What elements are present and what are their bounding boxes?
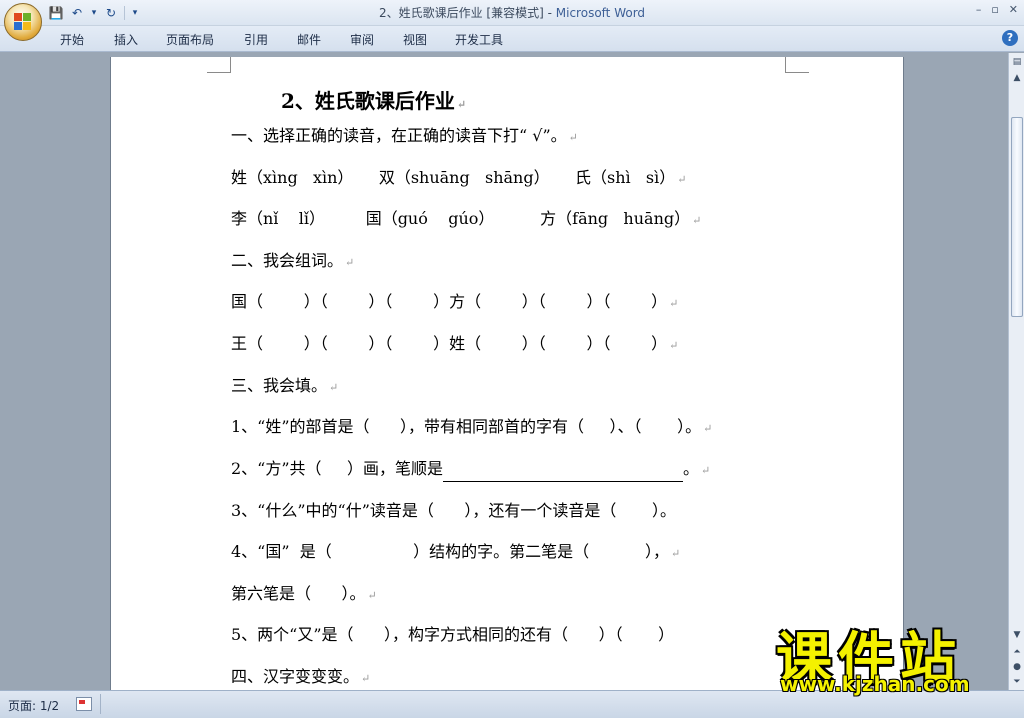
window-controls: – ▫ ✕ xyxy=(976,3,1018,16)
blank-underline xyxy=(442,466,683,482)
ruler-toggle-icon[interactable]: ▤ xyxy=(1010,55,1024,69)
previous-page-icon[interactable]: ⏶ xyxy=(1010,645,1024,659)
document-area: 2、姓氏歌课后作业 ↵ 一、选择正确的读音，在正确的读音下打“ √”。 ↵ 姓（xì… xyxy=(0,53,1008,690)
scroll-down-icon[interactable]: ▼ xyxy=(1010,628,1024,642)
tab-home[interactable]: 开始 xyxy=(60,31,84,48)
watermark: 课件站 www.kjzhan.com xyxy=(776,614,1006,696)
office-logo-icon xyxy=(14,13,32,31)
tab-developer[interactable]: 开发工具 xyxy=(455,31,503,48)
undo-icon[interactable]: ↶ xyxy=(69,5,85,21)
doc-line-6: 王（ ）（ ）（ ）姓（ ）（ ）（ ） ↵ xyxy=(231,334,679,353)
doc-line-11: 4、“国” 是（ ）结构的字。第二笔是（ ）， ↵ xyxy=(231,542,681,561)
doc-line-2: 姓（xìng xìn） 双（shuāng shāng） 氏（shì sì） ↵ xyxy=(231,168,687,187)
undo-dropdown-icon[interactable]: ▾ xyxy=(90,5,98,21)
close-button[interactable]: ✕ xyxy=(1009,3,1018,16)
doc-line-9: 2、“方”共（ ）画，笔顺是。 ↵ xyxy=(231,458,710,482)
ribbon-tabs: 开始 插入 页面布局 引用 邮件 审阅 视图 开发工具 ? xyxy=(0,26,1024,52)
qat-separator xyxy=(124,6,125,20)
app-name: Microsoft Word xyxy=(555,6,646,20)
tab-page-layout[interactable]: 页面布局 xyxy=(166,31,214,48)
window-title: 2、姓氏歌课后作业 [兼容模式] - Microsoft Word xyxy=(378,6,646,20)
document-page[interactable]: 2、姓氏歌课后作业 ↵ 一、选择正确的读音，在正确的读音下打“ √”。 ↵ 姓（xì… xyxy=(110,57,904,690)
help-icon[interactable]: ? xyxy=(1002,30,1018,46)
doc-line-3: 李（nǐ lǐ） 国（guó gúo） 方（fāng huāng） ↵ xyxy=(231,209,702,228)
office-button[interactable] xyxy=(4,3,42,41)
page-count[interactable]: 页面: 1/2 xyxy=(8,697,59,714)
doc-line-13: 5、两个“又”是（ ），构字方式相同的还有（ ）（ ） xyxy=(231,625,675,644)
watermark-url: www.kjzhan.com xyxy=(780,672,970,696)
doc-line-10: 3、“什么”中的“什”读音是（ ），还有一个读音是（ ）。 xyxy=(231,501,677,520)
tab-insert[interactable]: 插入 xyxy=(114,31,138,48)
tab-view[interactable]: 视图 xyxy=(403,31,427,48)
doc-line-5: 国（ ）（ ）（ ）方（ ）（ ）（ ） ↵ xyxy=(231,292,679,311)
proofing-status-icon[interactable] xyxy=(76,697,92,711)
doc-line-1: 一、选择正确的读音，在正确的读音下打“ √”。 ↵ xyxy=(231,126,578,145)
select-browse-object-icon[interactable]: ● xyxy=(1010,660,1024,674)
margin-marker-top-left xyxy=(207,57,231,73)
doc-line-4: 二、我会组词。 ↵ xyxy=(231,251,355,270)
scroll-up-icon[interactable]: ▲ xyxy=(1010,71,1024,85)
doc-line-12: 第六笔是（ ）。 ↵ xyxy=(231,584,377,603)
quick-access-toolbar: 💾 ↶ ▾ ↻ ▾ xyxy=(48,3,140,23)
tab-mailings[interactable]: 邮件 xyxy=(297,31,321,48)
vertical-scrollbar[interactable]: ▤ ▲ ▼ ⏶ ● ⏷ xyxy=(1008,53,1024,690)
tab-references[interactable]: 引用 xyxy=(244,31,268,48)
doc-line-14: 四、汉字变变变。 ↵ xyxy=(231,667,371,686)
minimize-button[interactable]: – xyxy=(976,3,982,16)
document-title: 2、姓氏歌课后作业 ↵ xyxy=(281,89,467,113)
status-divider xyxy=(100,694,101,714)
next-page-icon[interactable]: ⏷ xyxy=(1010,675,1024,689)
document-name: 2、姓氏歌课后作业 [兼容模式] xyxy=(378,6,544,20)
tab-review[interactable]: 审阅 xyxy=(350,31,374,48)
scroll-thumb[interactable] xyxy=(1011,117,1023,317)
doc-line-7: 三、我会填。 ↵ xyxy=(231,376,339,395)
title-bar: 2、姓氏歌课后作业 [兼容模式] - Microsoft Word 💾 ↶ ▾ … xyxy=(0,0,1024,26)
save-icon[interactable]: 💾 xyxy=(48,5,64,21)
margin-marker-top-right xyxy=(785,57,809,73)
maximize-button[interactable]: ▫ xyxy=(991,3,998,16)
doc-line-8: 1、“姓”的部首是（ ），带有相同部首的字有（ ）、（ ）。 ↵ xyxy=(231,417,713,436)
customize-qat-icon[interactable]: ▾ xyxy=(130,5,140,21)
redo-icon[interactable]: ↻ xyxy=(103,5,119,21)
